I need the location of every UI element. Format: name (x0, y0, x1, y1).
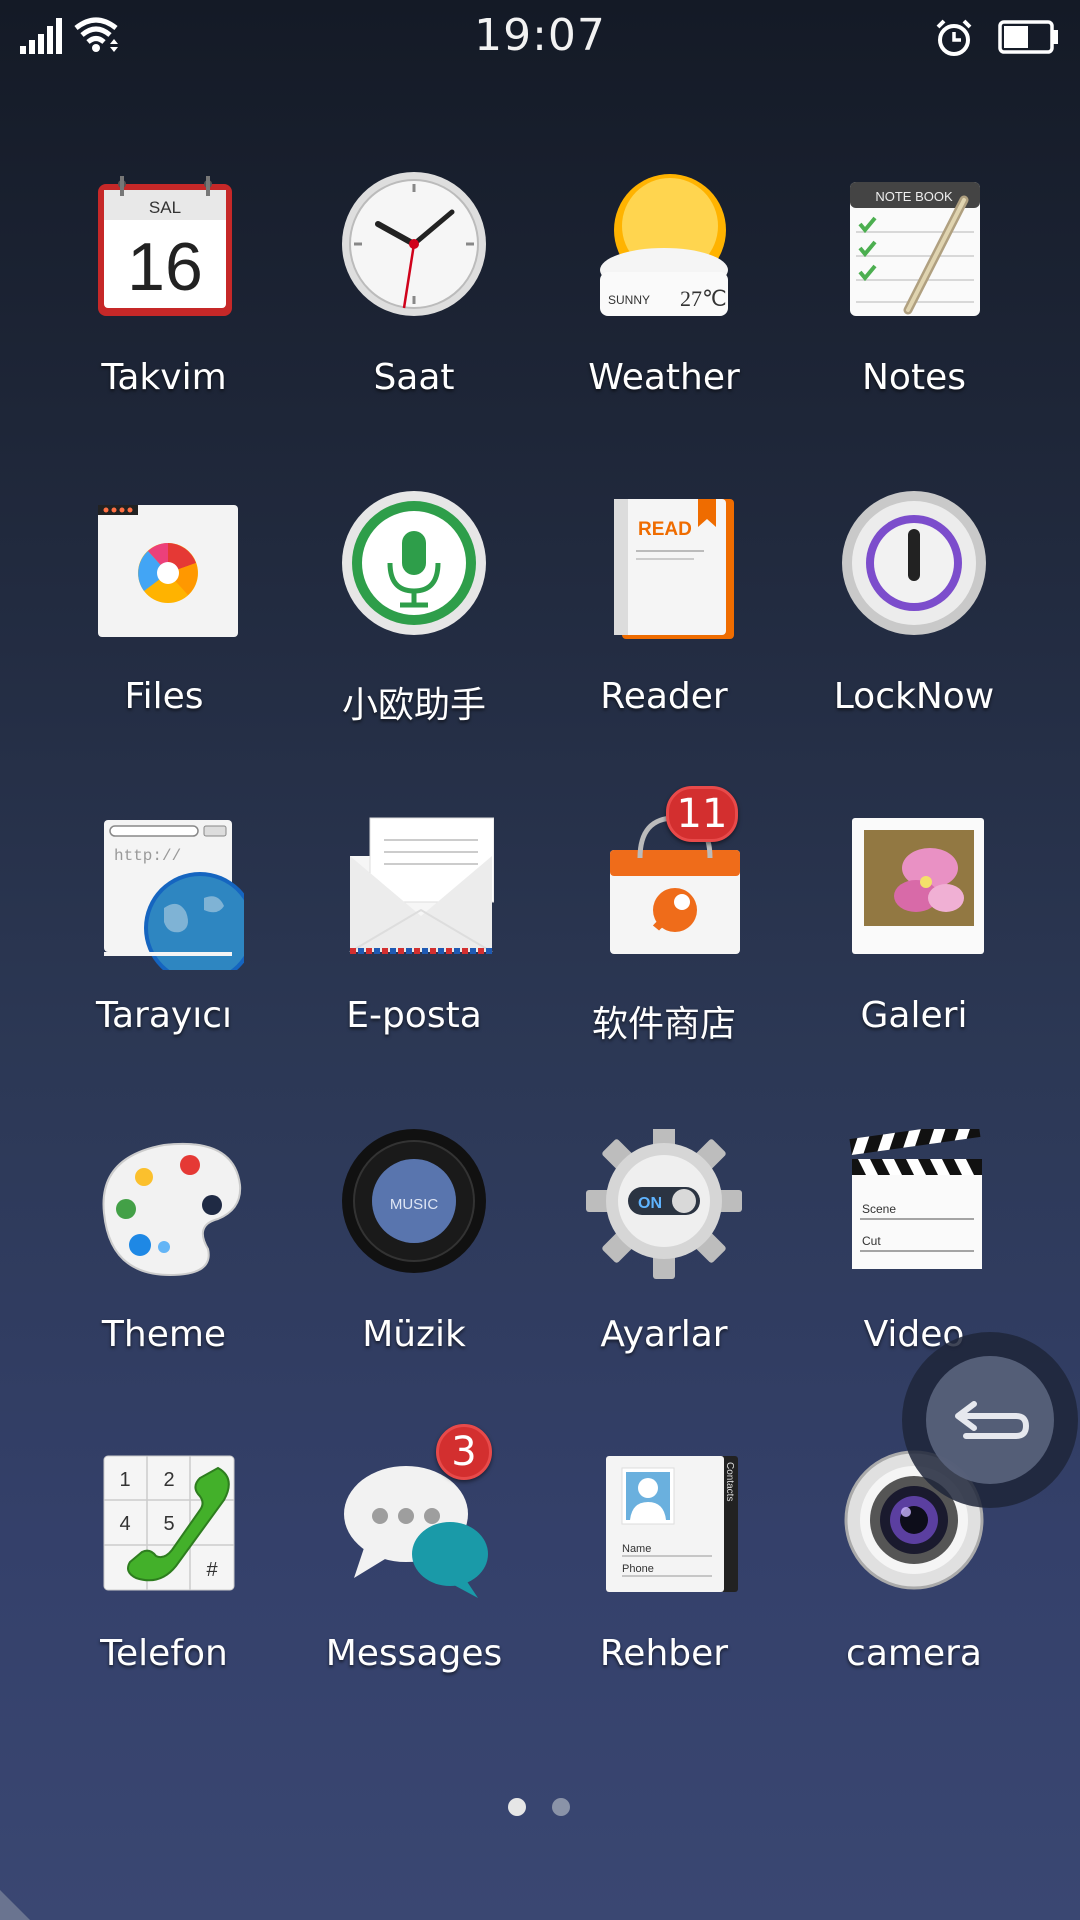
app-eposta[interactable]: E-posta (289, 810, 539, 1110)
lock-icon (842, 491, 986, 635)
files-icon (98, 505, 238, 637)
app-files[interactable]: Files (39, 491, 289, 791)
notes-icon: NOTE BOOK (850, 182, 980, 316)
video-cut-text: Cut (862, 1234, 881, 1248)
weather-icon: SUNNY 27℃ (600, 174, 728, 316)
app-label: Messages (325, 1633, 503, 1674)
notification-badge: 3 (436, 1424, 492, 1480)
clapperboard-icon: Scene Cut (849, 1129, 982, 1269)
palette-icon (102, 1142, 242, 1277)
app-tarayici[interactable]: http:// Tarayıcı (39, 810, 289, 1110)
notification-badge: 11 (666, 786, 738, 842)
app-label: 软件商店 (591, 1004, 736, 1045)
app-locknow[interactable]: LockNow (789, 491, 1039, 791)
music-label-text: MUSIC (390, 1196, 439, 1213)
phone-key-4: 4 (119, 1513, 130, 1535)
browser-url-text: http:// (114, 847, 181, 865)
app-label: Theme (101, 1314, 227, 1355)
app-label: Galeri (860, 995, 968, 1036)
clock-icon (342, 172, 486, 316)
app-label: Rehber (599, 1633, 729, 1674)
phone-key-5: 5 (163, 1513, 174, 1535)
contacts-phone-text: Phone (622, 1563, 654, 1575)
app-store[interactable]: 11 软件商店 (539, 786, 789, 1110)
reader-icon: READ (614, 499, 734, 639)
app-label: Saat (373, 357, 455, 398)
email-icon (349, 817, 494, 954)
app-label: camera (846, 1633, 982, 1674)
floating-back-button[interactable] (902, 1332, 1078, 1508)
settings-gear-icon: ON (586, 1129, 742, 1279)
phone-icon: 1 2 3 4 5 # (103, 1455, 235, 1591)
app-theme[interactable]: Theme (39, 1129, 289, 1429)
app-galeri[interactable]: Galeri (789, 810, 1039, 1110)
corner-decoration (0, 1890, 30, 1920)
app-label: Notes (862, 357, 966, 398)
contacts-icon: Name Phone Contacts (606, 1456, 738, 1592)
back-arrow-icon (955, 1401, 1030, 1439)
video-scene-text: Scene (862, 1202, 896, 1216)
notes-title-text: NOTE BOOK (875, 189, 953, 204)
app-messages[interactable]: 3 Messages (289, 1424, 539, 1748)
app-label: Takvim (101, 357, 227, 398)
app-ayarlar[interactable]: ON Ayarlar (539, 1129, 789, 1429)
page-dot-2[interactable] (552, 1798, 570, 1816)
phone-key-1: 1 (119, 1469, 130, 1491)
weather-temp-text: 27℃ (680, 286, 727, 311)
app-label: E-posta (346, 995, 482, 1036)
calendar-icon: SAL 16 (98, 176, 232, 316)
calendar-date-text: 16 (127, 229, 203, 305)
browser-icon: http:// (104, 820, 244, 970)
page-dot-1[interactable] (508, 1798, 526, 1816)
app-reader[interactable]: READ Reader (539, 491, 789, 791)
contacts-name-text: Name (622, 1543, 651, 1555)
app-assistant[interactable]: 小欧助手 (289, 491, 539, 791)
music-icon: MUSIC (342, 1129, 486, 1273)
app-label: Telefon (100, 1633, 228, 1674)
calendar-day-text: SAL (149, 198, 181, 217)
app-label: Weather (588, 357, 740, 398)
weather-condition-text: SUNNY (608, 293, 650, 307)
contacts-tab-text: Contacts (724, 1462, 735, 1501)
app-label: LockNow (833, 676, 995, 717)
phone-key-2: 2 (163, 1469, 174, 1491)
phone-key-hash: # (206, 1559, 218, 1581)
app-muzik[interactable]: MUSIC Müzik (289, 1129, 539, 1429)
app-label: Müzik (362, 1314, 466, 1355)
app-notes[interactable]: NOTE BOOK Notes (789, 172, 1039, 472)
app-rehber[interactable]: Name Phone Contacts Rehber (539, 1448, 789, 1748)
app-label: Ayarlar (600, 1314, 728, 1355)
settings-toggle-text: ON (638, 1195, 662, 1212)
app-saat[interactable]: Saat (289, 172, 539, 472)
app-label: Files (124, 676, 204, 717)
app-weather[interactable]: SUNNY 27℃ Weather (539, 172, 789, 472)
app-takvim[interactable]: SAL 16 Takvim (39, 172, 289, 472)
app-label: 小欧助手 (341, 685, 486, 726)
microphone-icon (342, 491, 486, 635)
gallery-icon (852, 818, 984, 954)
app-grid: SAL 16 Takvim Saat SUNNY 27℃ Weather NOT… (0, 0, 1080, 1920)
reader-title-text: READ (638, 519, 692, 540)
app-label: Tarayıcı (95, 995, 233, 1036)
floating-back-inner (926, 1356, 1054, 1484)
page-indicator (0, 1798, 1080, 1828)
app-label: Reader (600, 676, 728, 717)
app-telefon[interactable]: 1 2 3 4 5 # Telefon (39, 1448, 289, 1748)
